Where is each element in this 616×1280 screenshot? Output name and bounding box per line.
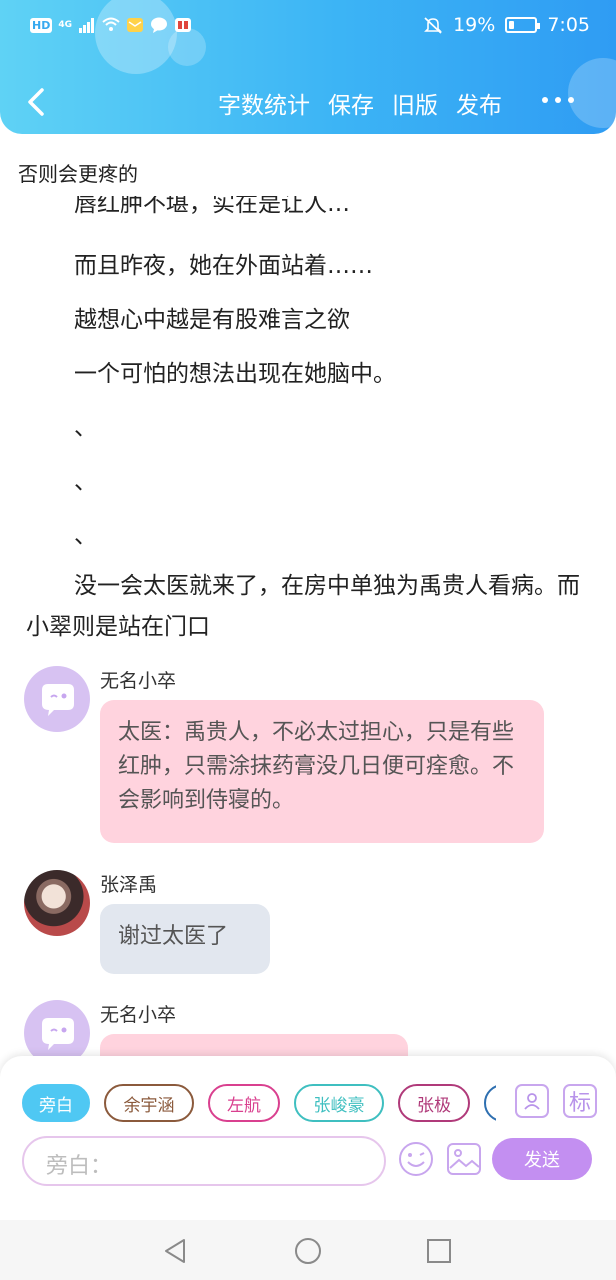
role-chip-partial[interactable]: [484, 1084, 496, 1122]
sender-name: 张泽禹: [100, 874, 158, 896]
role-chip[interactable]: 余宇涵: [104, 1084, 194, 1122]
sender-name: 无名小卒: [100, 670, 177, 692]
nav-bar: 字数统计 保存 旧版 发布: [0, 78, 616, 128]
home-circle-icon[interactable]: [293, 1236, 323, 1266]
sender-name: 无名小卒: [100, 1004, 177, 1026]
role-chip-list[interactable]: 旁白 余宇涵 左航 张峻豪 张极: [22, 1084, 496, 1124]
mail-app-icon: [127, 18, 143, 32]
hd-badge: HD: [30, 17, 53, 33]
story-paragraph[interactable]: 而且昨夜，她在外面站着……: [74, 246, 373, 280]
battery-icon: [505, 17, 541, 33]
status-bar: HD 4G 19% 7:05: [0, 0, 616, 56]
signal-icon: [79, 18, 94, 33]
message-input[interactable]: 旁白：: [22, 1136, 386, 1186]
chat-bubble-avatar-icon: [42, 684, 74, 716]
battery-level: [509, 21, 515, 29]
tag-button[interactable]: 标: [563, 1084, 597, 1118]
role-chip[interactable]: 张峻豪: [294, 1084, 384, 1122]
status-right: 19% 7:05: [423, 14, 590, 36]
role-chip[interactable]: 张极: [398, 1084, 470, 1122]
draft-title: 否则会更疼的: [18, 162, 138, 186]
role-manage-icon[interactable]: [515, 1084, 549, 1118]
save-button[interactable]: 保存: [328, 86, 374, 120]
back-triangle-icon[interactable]: [160, 1236, 190, 1266]
nav-actions: 字数统计 保存 旧版 发布: [218, 86, 502, 120]
book-app-icon: [175, 18, 191, 32]
clock: 7:05: [547, 14, 590, 36]
publish-button[interactable]: 发布: [456, 86, 502, 120]
battery-percent: 19%: [453, 14, 496, 36]
person-icon: [524, 1093, 540, 1110]
story-separator[interactable]: 、: [74, 408, 97, 442]
back-arrow-icon[interactable]: [18, 80, 54, 124]
image-icon[interactable]: [446, 1142, 482, 1176]
message-bubble[interactable]: 太医：禹贵人，不必太过担心，只是有些红肿，只需涂抹药膏没几日便可痊愈。不会影响到…: [100, 700, 544, 843]
story-paragraph[interactable]: 一个可怕的想法出现在她脑中。: [74, 354, 396, 388]
more-options-icon[interactable]: [540, 90, 576, 110]
avatar[interactable]: [24, 870, 90, 936]
story-paragraph[interactable]: 没一会太医就来了，在房中单独为禹贵人看病。而小翠则是站在门口: [26, 566, 586, 648]
status-left: HD 4G: [30, 16, 192, 34]
network-type: 4G: [58, 20, 72, 30]
story-paragraph[interactable]: 越想心中越是有股难言之欲: [74, 300, 350, 334]
story-separator[interactable]: 、: [74, 516, 97, 550]
message-bubble[interactable]: 谢过太医了: [100, 904, 270, 974]
emoji-icon[interactable]: [398, 1141, 434, 1177]
composer-panel: 旁白 余宇涵 左航 张峻豪 张极 标 旁白： 发送: [0, 1056, 616, 1220]
system-nav-bar: [0, 1220, 616, 1280]
word-count-button[interactable]: 字数统计: [218, 86, 310, 120]
avatar[interactable]: [24, 666, 90, 732]
mute-icon: [424, 17, 443, 34]
send-button[interactable]: 发送: [492, 1138, 592, 1180]
app-header: HD 4G 19% 7:05 字数统计 保存 旧版 发布: [0, 0, 616, 134]
recents-square-icon[interactable]: [424, 1236, 454, 1266]
role-chip-narration[interactable]: 旁白: [22, 1084, 90, 1122]
role-chip[interactable]: 左航: [208, 1084, 280, 1122]
story-separator[interactable]: 、: [74, 462, 97, 496]
wifi-icon: [102, 17, 120, 31]
chat-app-icon: [151, 17, 167, 33]
old-version-button[interactable]: 旧版: [392, 86, 438, 120]
clipped-text: 唇红肿不堪，实在是让人…: [74, 196, 350, 217]
story-paragraph-clipped: 唇红肿不堪，实在是让人…: [74, 196, 350, 222]
